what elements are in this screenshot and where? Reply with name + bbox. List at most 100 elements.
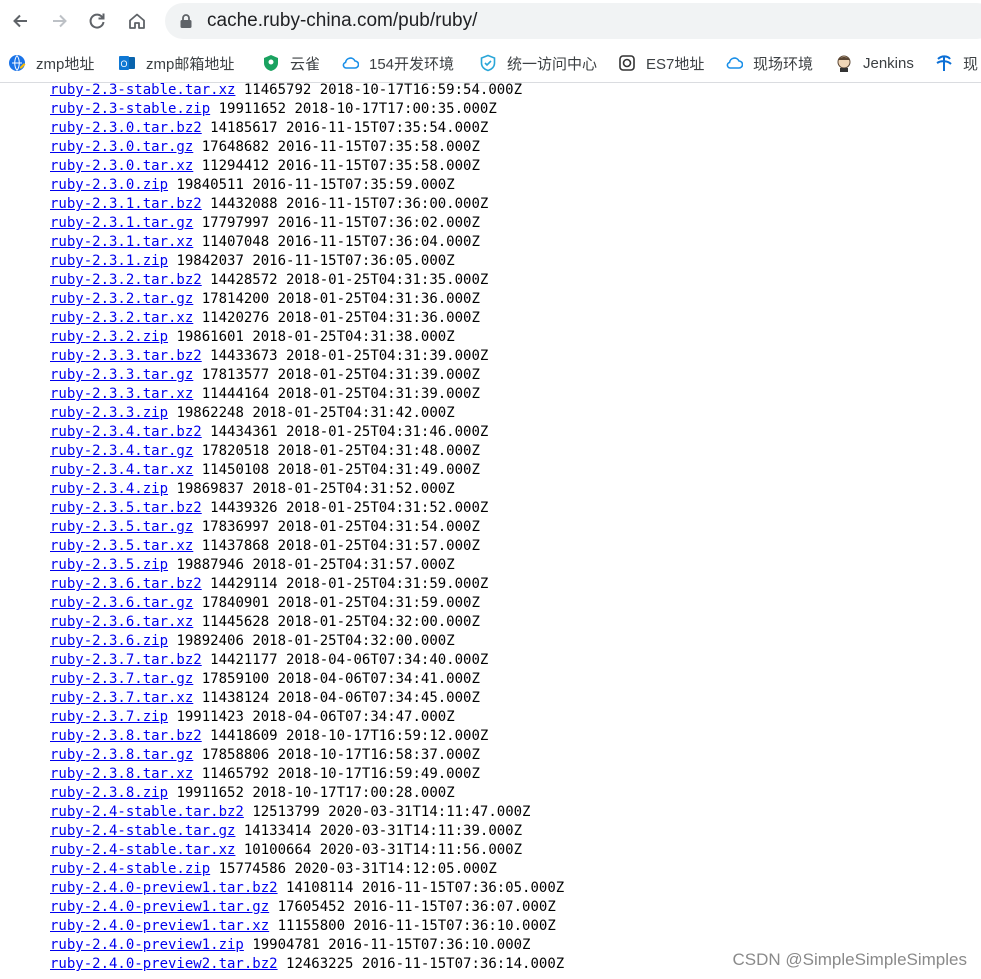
file-link[interactable]: ruby-2.4.0-preview1.tar.gz (50, 899, 269, 915)
file-date: 2016-11-15T07:36:00.000Z (286, 196, 489, 212)
file-link[interactable]: ruby-2.4-stable.tar.bz2 (50, 804, 244, 820)
file-link[interactable]: ruby-2.3.5.tar.xz (50, 538, 193, 554)
file-link[interactable]: ruby-2.3.4.zip (50, 481, 168, 497)
bookmark-zmp-address[interactable]: zmp地址 (8, 52, 94, 74)
forward-button[interactable] (44, 6, 74, 36)
address-bar[interactable]: cache.ruby-china.com/pub/ruby/ (165, 3, 981, 39)
file-link[interactable]: ruby-2.3.6.tar.gz (50, 595, 193, 611)
file-link[interactable]: ruby-2.3.7.tar.bz2 (50, 652, 202, 668)
file-link[interactable]: ruby-2.3.4.tar.xz (50, 462, 193, 478)
file-link[interactable]: ruby-2.3.6.tar.xz (50, 614, 193, 630)
file-date: 2018-01-25T04:32:00.000Z (252, 633, 455, 649)
file-link[interactable]: ruby-2.3.2.zip (50, 329, 168, 345)
bookmark-154-dev[interactable]: 154开发环境 (341, 52, 454, 74)
home-button[interactable] (122, 6, 152, 36)
file-size: 14432088 (210, 196, 278, 212)
file-link[interactable]: ruby-2.3.5.zip (50, 557, 168, 573)
file-date: 2020-03-31T14:12:05.000Z (294, 861, 497, 877)
file-link[interactable]: ruby-2.3.7.tar.gz (50, 671, 193, 687)
list-item: ruby-2.3.6.zip 19892406 2018-01-25T04:32… (50, 632, 564, 651)
cloud-icon (342, 57, 359, 69)
file-link[interactable]: ruby-2.3.1.tar.gz (50, 215, 193, 231)
file-link[interactable]: ruby-2.3.8.tar.gz (50, 747, 193, 763)
file-link[interactable]: ruby-2.3.6.zip (50, 633, 168, 649)
file-link[interactable]: ruby-2.3.8.tar.bz2 (50, 728, 202, 744)
file-date: 2018-10-17T17:00:28.000Z (252, 785, 455, 801)
file-size: 17648682 (201, 139, 270, 155)
back-button[interactable] (6, 6, 36, 36)
bookmark-xian[interactable]: 现 (935, 52, 978, 74)
file-size: 14185617 (210, 120, 278, 136)
url-text[interactable]: cache.ruby-china.com/pub/ruby/ (207, 10, 477, 32)
file-link[interactable]: ruby-2.3.8.zip (50, 785, 168, 801)
file-date: 2018-01-25T04:31:42.000Z (252, 405, 455, 421)
list-item: ruby-2.4.0-preview1.tar.gz 17605452 2016… (50, 898, 564, 917)
file-link[interactable]: ruby-2.3.4.tar.bz2 (50, 424, 202, 440)
file-link[interactable]: ruby-2.4-stable.tar.gz (50, 823, 235, 839)
file-size: 14428572 (210, 272, 278, 288)
file-date: 2016-11-15T07:36:07.000Z (353, 899, 556, 915)
file-link[interactable]: ruby-2.4-stable.zip (50, 861, 210, 877)
file-link[interactable]: ruby-2.3.0.tar.xz (50, 158, 193, 174)
file-link[interactable]: ruby-2.4.0-preview1.tar.bz2 (50, 880, 278, 896)
file-size: 17797997 (201, 215, 270, 231)
file-link[interactable]: ruby-2.3.1.tar.bz2 (50, 196, 202, 212)
cloud-icon (726, 57, 743, 69)
list-item: ruby-2.3-stable.tar.xz 11465792 2018-10-… (50, 83, 564, 100)
file-size: 12463225 (286, 956, 354, 972)
file-link[interactable]: ruby-2.3.7.zip (50, 709, 168, 725)
bookmark-unified-access[interactable]: 统一访问中心 (479, 52, 597, 74)
list-item: ruby-2.3.1.zip 19842037 2016-11-15T07:36… (50, 252, 564, 271)
file-link[interactable]: ruby-2.3.3.tar.bz2 (50, 348, 202, 364)
file-link[interactable]: ruby-2.4.0-preview1.zip (50, 937, 244, 953)
bookmark-es7[interactable]: ES7地址 (618, 52, 704, 74)
file-link[interactable]: ruby-2.3.0.tar.gz (50, 139, 193, 155)
file-link[interactable]: ruby-2.3.5.tar.gz (50, 519, 193, 535)
file-date: 2020-03-31T14:11:47.000Z (328, 804, 531, 820)
file-link[interactable]: ruby-2.4.0-preview1.tar.xz (50, 918, 269, 934)
file-size: 14421177 (210, 652, 278, 668)
file-link[interactable]: ruby-2.3.1.zip (50, 253, 168, 269)
file-size: 14108114 (286, 880, 354, 896)
file-link[interactable]: ruby-2.3.6.tar.bz2 (50, 576, 202, 592)
file-link[interactable]: ruby-2.3.1.tar.xz (50, 234, 193, 250)
globe-edit-icon (9, 55, 26, 71)
file-link[interactable]: ruby-2.3.0.zip (50, 177, 168, 193)
file-link[interactable]: ruby-2.3.5.tar.bz2 (50, 500, 202, 516)
file-link[interactable]: ruby-2.3.3.zip (50, 405, 168, 421)
file-link[interactable]: ruby-2.3-stable.tar.xz (50, 83, 235, 98)
file-size: 19842037 (176, 253, 244, 269)
file-link[interactable]: ruby-2.3.2.tar.xz (50, 310, 193, 326)
bookmark-jenkins[interactable]: Jenkins (835, 52, 914, 74)
file-date: 2018-01-25T04:31:36.000Z (277, 291, 480, 307)
list-item: ruby-2.3.2.tar.gz 17814200 2018-01-25T04… (50, 290, 564, 309)
file-link[interactable]: ruby-2.3.8.tar.xz (50, 766, 193, 782)
bookmark-label: 现 (963, 55, 979, 73)
file-size: 19911423 (176, 709, 244, 725)
file-link[interactable]: ruby-2.3.2.tar.bz2 (50, 272, 202, 288)
file-link[interactable]: ruby-2.3.3.tar.xz (50, 386, 193, 402)
file-date: 2018-01-25T04:31:39.000Z (277, 367, 480, 383)
file-link[interactable]: ruby-2.3.0.tar.bz2 (50, 120, 202, 136)
jenkins-icon (837, 55, 851, 72)
bookmark-zmp-mail[interactable]: O zmp邮箱地址 (118, 52, 234, 74)
file-size: 14434361 (210, 424, 278, 440)
file-link[interactable]: ruby-2.3.4.tar.gz (50, 443, 193, 459)
list-item: ruby-2.3.8.tar.bz2 14418609 2018-10-17T1… (50, 727, 564, 746)
file-link[interactable]: ruby-2.3.3.tar.gz (50, 367, 193, 383)
file-date: 2018-10-17T16:59:12.000Z (286, 728, 489, 744)
file-link[interactable]: ruby-2.4.0-preview2.tar.bz2 (50, 956, 278, 972)
list-item: ruby-2.3.4.zip 19869837 2018-01-25T04:31… (50, 480, 564, 499)
file-link[interactable]: ruby-2.3-stable.zip (50, 101, 210, 117)
file-date: 2018-01-25T04:31:52.000Z (252, 481, 455, 497)
reload-button[interactable] (82, 6, 112, 36)
list-item: ruby-2.3.5.tar.xz 11437868 2018-01-25T04… (50, 537, 564, 556)
list-item: ruby-2.3.8.tar.gz 17858806 2018-10-17T16… (50, 746, 564, 765)
bookmark-onsite-env[interactable]: 现场环境 (725, 52, 813, 74)
file-size: 19862248 (176, 405, 244, 421)
bookmark-yunque[interactable]: 云雀 (262, 52, 320, 74)
file-link[interactable]: ruby-2.4-stable.tar.xz (50, 842, 235, 858)
list-item: ruby-2.4.0-preview1.tar.bz2 14108114 201… (50, 879, 564, 898)
file-link[interactable]: ruby-2.3.2.tar.gz (50, 291, 193, 307)
file-link[interactable]: ruby-2.3.7.tar.xz (50, 690, 193, 706)
